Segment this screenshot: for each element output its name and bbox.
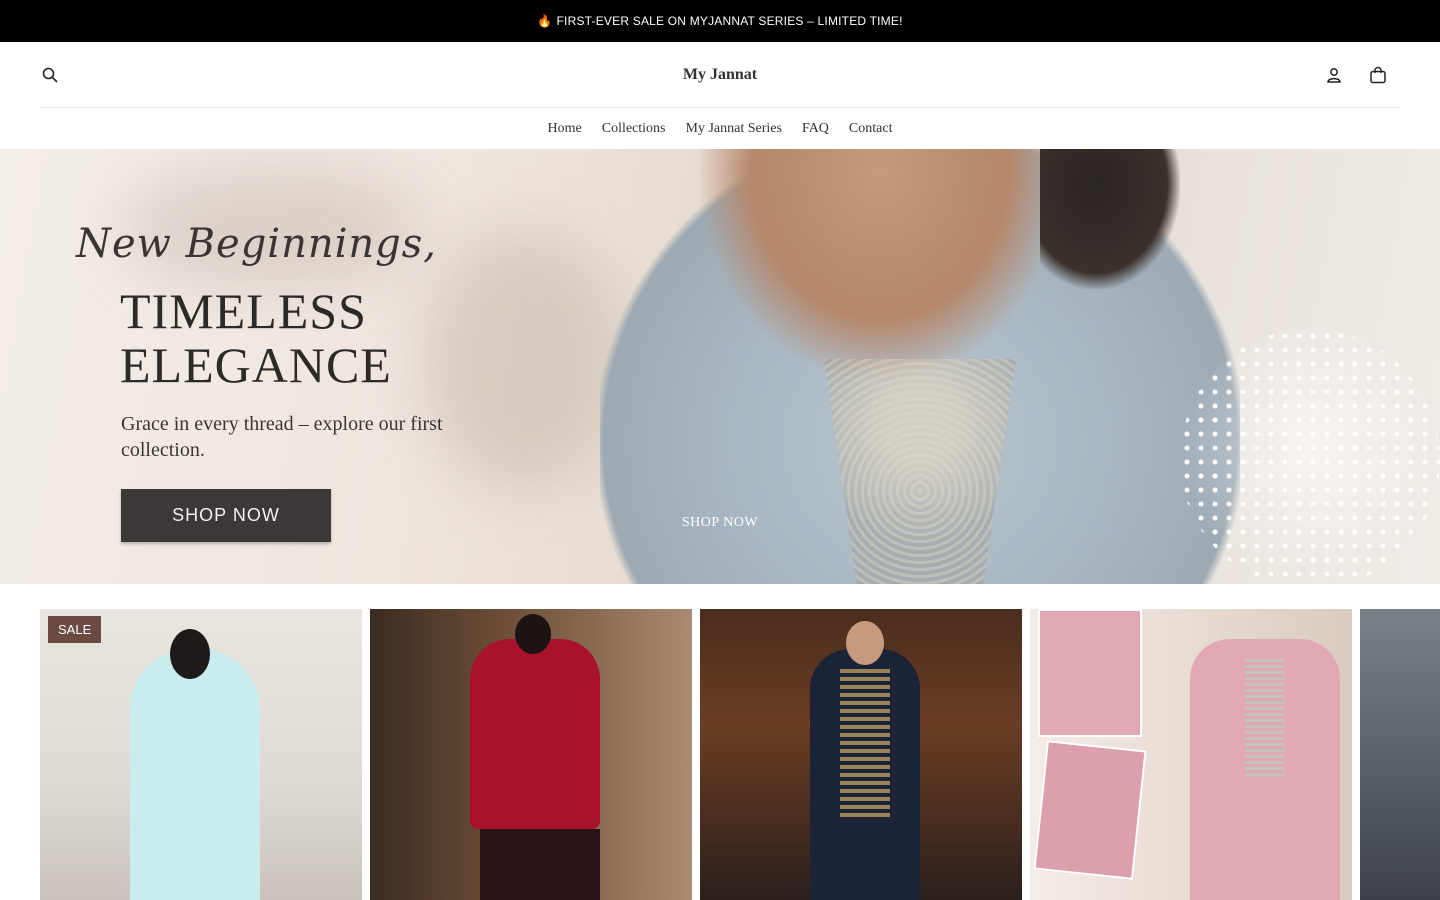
product-image (470, 639, 600, 829)
product-image-detail (480, 829, 600, 900)
sale-badge: SALE (48, 616, 102, 643)
user-icon[interactable] (1324, 65, 1344, 85)
product-image-detail (846, 621, 884, 665)
nav-item-faq[interactable]: FAQ (802, 121, 829, 137)
hero-banner[interactable]: New Beginnings, TIMELESS ELEGANCE Grace … (0, 149, 1440, 584)
hero-shop-now-link[interactable]: SHOP NOW (0, 515, 1440, 531)
product-image-detail (840, 669, 890, 819)
product-card[interactable] (1360, 609, 1440, 900)
product-card[interactable] (370, 609, 692, 900)
product-image-detail (170, 629, 210, 679)
product-image-thumb (1038, 609, 1142, 737)
product-card[interactable] (1030, 609, 1352, 900)
flame-icon: 🔥 (537, 14, 553, 28)
product-image-thumb (1033, 740, 1147, 880)
hero-title-line1: TIMELESS (120, 283, 367, 339)
product-carousel: SALE (0, 584, 1440, 900)
product-image (130, 649, 260, 900)
hero-model-hair (1040, 149, 1180, 289)
hero-script-text: New Beginnings, (76, 221, 438, 267)
bag-icon[interactable] (1368, 65, 1388, 85)
product-card[interactable] (700, 609, 1022, 900)
hero-model-neck (700, 149, 1060, 379)
site-logo[interactable]: My Jannat (683, 66, 757, 84)
product-card[interactable]: SALE (40, 609, 362, 900)
hero-title-line2: ELEGANCE (120, 337, 392, 393)
hero-title: TIMELESS ELEGANCE (120, 284, 392, 392)
hero-subtitle: Grace in every thread – explore our firs… (121, 413, 443, 461)
hero-flowers-image (1180, 329, 1440, 584)
search-icon[interactable] (40, 65, 60, 85)
nav-item-home[interactable]: Home (548, 121, 582, 137)
announcement-bar: 🔥 FIRST-EVER SALE ON MYJANNAT SERIES – L… (0, 0, 1440, 42)
main-nav: Home Collections My Jannat Series FAQ Co… (0, 108, 1440, 149)
nav-item-contact[interactable]: Contact (849, 121, 893, 137)
nav-item-collections[interactable]: Collections (602, 121, 666, 137)
nav-item-my-jannat-series[interactable]: My Jannat Series (686, 121, 782, 137)
site-header: My Jannat (40, 42, 1400, 108)
product-image-detail (515, 614, 551, 654)
product-image-detail (1245, 659, 1285, 779)
announcement-text: FIRST-EVER SALE ON MYJANNAT SERIES – LIM… (556, 14, 903, 28)
